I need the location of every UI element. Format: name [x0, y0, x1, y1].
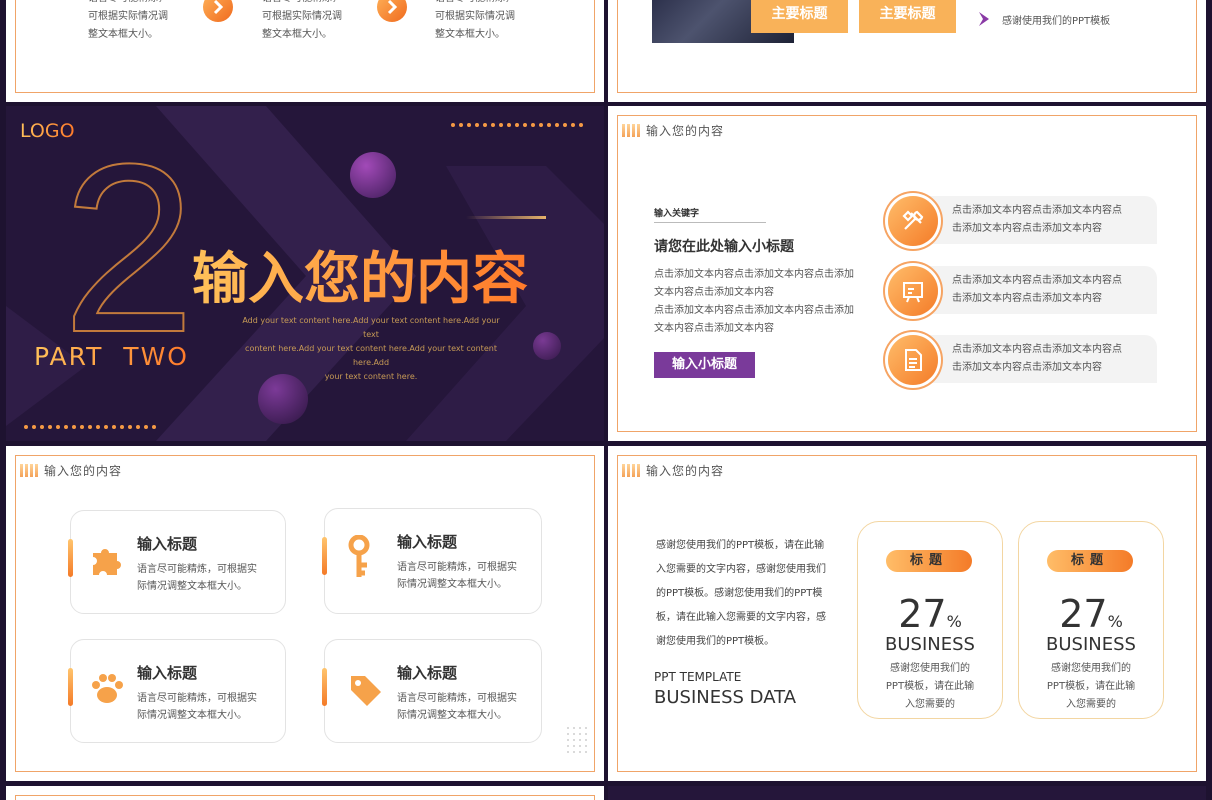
stat-desc: 感谢您使用我们的 PPT模板，请在此输 入您需要的 [1046, 663, 1136, 710]
board-icon [888, 266, 938, 316]
card-desc: 语言尽可能精炼，可根据实 际情况调整文本框大小。 [397, 562, 517, 590]
subtitle: 请您在此处输入小标题 [654, 239, 794, 255]
card-desc: 语言尽可能精炼，可根据实 际情况调整文本框大小。 [137, 693, 257, 721]
slide-header: 输入您的内容 [20, 462, 122, 479]
card-accent-bar [322, 537, 327, 575]
card-accent-bar [68, 668, 73, 706]
header-bars-icon [20, 464, 38, 477]
template-label: PPT TEMPLATE [654, 670, 742, 684]
puzzle-icon [89, 543, 125, 581]
card-accent-bar [68, 539, 73, 577]
main-title-button[interactable]: 主要标题 [751, 0, 848, 33]
tools-icon [888, 196, 938, 246]
header-bars-icon [622, 464, 640, 477]
card-title: 输入标题 [137, 535, 198, 553]
stat-card: 标题 27% BUSINESS 感谢您使用我们的 PPT模板，请在此输 入您需要的 [857, 521, 1003, 719]
subtitle-button[interactable]: 输入小标题 [654, 352, 755, 378]
arrow-right-icon [976, 10, 994, 32]
keyword-underline [654, 222, 766, 223]
paw-icon [89, 672, 125, 710]
slide-subtitle: Add your text content here.Add your text… [242, 316, 500, 381]
header-title: 输入您的内容 [646, 464, 725, 478]
purple-sphere [350, 152, 396, 198]
stat-word: BUSINESS [885, 634, 975, 655]
stat-value: 27% [898, 592, 962, 636]
body-text: 点击添加文本内容点击添加文本内容点击添加 文本内容点击添加文本内容 点击添加文本内容… [654, 269, 854, 334]
purple-sphere [533, 332, 561, 360]
slide-4[interactable]: 输入您的内容 输入关键字 请您在此处输入小标题 点击添加文本内容点击添加文本内容… [608, 106, 1206, 441]
slide-8-partial[interactable] [608, 786, 1206, 800]
chevron-right-icon [203, 0, 233, 22]
note-text: 感谢使用我们的PPT模板 [1002, 16, 1111, 27]
keyword-label: 输入关键字 [654, 209, 700, 219]
card-accent-bar [322, 668, 327, 706]
slide-frame [15, 795, 595, 800]
slide-1[interactable]: 语言尽可能精炼，可根据实际情况调整文本框大小。 语言尽可能精炼，可根据实际情况调… [6, 0, 604, 102]
gold-line [466, 216, 546, 219]
slide-2[interactable]: 主要标题 主要标题 感谢使用我们的PPT模板 [608, 0, 1206, 102]
data-label: BUSINESS DATA [654, 687, 797, 708]
feature-card: 输入标题 语言尽可能精炼，可根据实 际情况调整文本框大小。 [68, 639, 286, 743]
part-label: PART TWO [34, 342, 189, 371]
dot-grid-decoration [567, 727, 587, 753]
slide-header: 输入您的内容 [622, 462, 724, 479]
tag-icon [347, 672, 385, 712]
stat-desc: 感谢您使用我们的 PPT模板，请在此输 入您需要的 [885, 663, 975, 710]
stat-label: 标题 [1047, 550, 1133, 572]
list-item-text: 点击添加文本内容点击添加文本内容点 击添加文本内容点击添加文本内容 [952, 205, 1122, 234]
header-title: 输入您的内容 [44, 464, 123, 478]
document-icon [888, 335, 938, 385]
part-number: 2 [61, 114, 196, 382]
header-bars-icon [622, 124, 640, 137]
slide-6[interactable]: 输入您的内容 感谢您使用我们的PPT模板，请在此输 入您需要的文字内容，感谢您使用… [608, 446, 1206, 781]
slide-title: 输入您的内容 [192, 234, 528, 315]
slide-header: 输入您的内容 [622, 122, 724, 139]
header-title: 输入您的内容 [646, 124, 725, 138]
card-desc: 语言尽可能精炼，可根据实 际情况调整文本框大小。 [137, 564, 257, 592]
column-desc: 语言尽可能精炼，可根据实际情况调整文本框大小。 [88, 0, 168, 40]
list-item-text: 点击添加文本内容点击添加文本内容点 击添加文本内容点击添加文本内容 [952, 275, 1122, 304]
slide-3[interactable]: LOGO 2 输入您的内容 Add your text content here… [6, 106, 604, 441]
column-desc: 语言尽可能精炼，可根据实际情况调整文本框大小。 [435, 0, 515, 40]
feature-card: 输入标题 语言尽可能精炼，可根据实 际情况调整文本框大小。 [68, 510, 286, 614]
dots-top-right [451, 123, 583, 127]
card-title: 输入标题 [397, 533, 458, 551]
stat-card: 标题 27% BUSINESS 感谢您使用我们的 PPT模板，请在此输 入您需要的 [1018, 521, 1164, 719]
slide-5[interactable]: 输入您的内容 输入标题 语言尽可能精炼，可根据实 际情况调整文本框大小。 输入标题… [6, 446, 604, 781]
body-text: 感谢您使用我们的PPT模板，请在此输 入您需要的文字内容，感谢您使用我们 的PPT模… [656, 540, 826, 647]
feature-card: 输入标题 语言尽可能精炼，可根据实 际情况调整文本框大小。 [322, 639, 542, 743]
slide-7-partial[interactable] [6, 786, 604, 800]
main-title-button[interactable]: 主要标题 [859, 0, 956, 33]
dots-bottom-left [24, 425, 156, 429]
column-desc: 语言尽可能精炼，可根据实际情况调整文本框大小。 [262, 0, 342, 40]
list-item-text: 点击添加文本内容点击添加文本内容点 击添加文本内容点击添加文本内容 [952, 344, 1122, 373]
stat-value: 27% [1059, 592, 1123, 636]
stat-label: 标题 [886, 550, 972, 572]
feature-card: 输入标题 语言尽可能精炼，可根据实 际情况调整文本框大小。 [322, 508, 542, 614]
key-icon [347, 534, 377, 585]
card-title: 输入标题 [137, 664, 198, 682]
chevron-right-icon [377, 0, 407, 22]
card-title: 输入标题 [397, 664, 458, 682]
stat-word: BUSINESS [1046, 634, 1136, 655]
card-desc: 语言尽可能精炼，可根据实 际情况调整文本框大小。 [397, 693, 517, 721]
